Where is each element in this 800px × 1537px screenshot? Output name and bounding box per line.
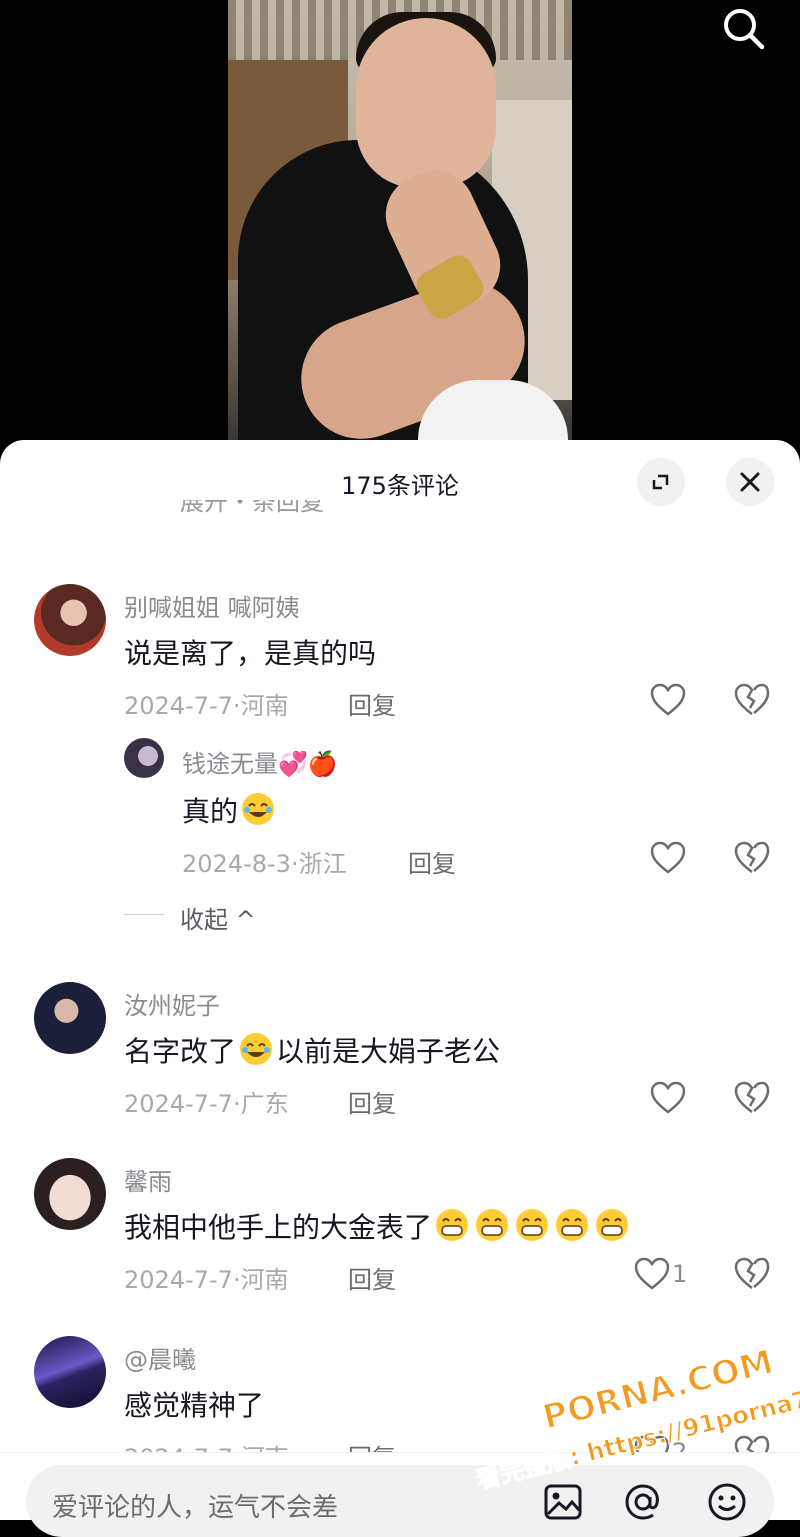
expand-button[interactable] (637, 458, 685, 506)
avatar[interactable] (34, 584, 106, 656)
grinning-emoji-icon (596, 1209, 629, 1241)
broken-heart-icon[interactable] (732, 680, 772, 720)
username[interactable]: 钱途无量💞🍎 (182, 744, 338, 779)
expand-icon (652, 474, 669, 490)
grinning-emoji-icon (556, 1209, 589, 1241)
comment-input[interactable]: 爱评论的人，运气不会差 (26, 1465, 774, 1537)
grinning-emoji-icon (436, 1209, 469, 1241)
divider (124, 914, 164, 915)
laughing-crying-emoji-icon (240, 1033, 273, 1065)
grinning-emoji-icon (516, 1209, 549, 1241)
emoji-icon[interactable] (706, 1481, 748, 1523)
at-icon[interactable] (622, 1481, 664, 1523)
username[interactable]: 汝州妮子 (124, 986, 220, 1021)
comment-meta: 2024-7-7·河南 (124, 692, 289, 720)
avatar[interactable] (124, 738, 164, 778)
broken-heart-icon[interactable] (732, 1254, 772, 1294)
heart-icon[interactable] (648, 680, 688, 720)
reply-button[interactable]: 回复 (348, 1260, 396, 1295)
username[interactable]: 别喊姐姐 喊阿姨 (124, 588, 300, 623)
collapse-label: 收起 ^ (180, 906, 256, 934)
comment-text: 真的 (182, 790, 278, 830)
close-icon (740, 472, 760, 492)
comment-text: 名字改了 以前是大娟子老公 (124, 1030, 500, 1070)
close-button[interactable] (726, 458, 774, 506)
comment-input-placeholder: 爱评论的人，运气不会差 (52, 1493, 339, 1523)
broken-heart-icon[interactable] (732, 838, 772, 878)
heart-icon[interactable] (632, 1254, 672, 1294)
comment-meta: 2024-7-7·河南 (124, 1266, 289, 1294)
username[interactable]: 馨雨 (124, 1162, 172, 1197)
comment-text: 我相中他手上的大金表了 (124, 1206, 632, 1246)
broken-heart-icon[interactable] (732, 1078, 772, 1118)
avatar[interactable] (34, 1158, 106, 1230)
comment-meta: 2024-7-7·广东 (124, 1090, 289, 1118)
comment-text: 说是离了，是真的吗 (124, 637, 377, 670)
reply-button[interactable]: 回复 (348, 1084, 396, 1119)
image-icon[interactable] (542, 1481, 584, 1523)
video-player[interactable] (0, 0, 800, 470)
comment-sheet: 175条评论 展开・条回复 别喊姐姐 喊阿姨 说是离了，是真的吗 2024-7-… (0, 440, 800, 1519)
search-icon[interactable] (718, 4, 770, 52)
heart-icon[interactable] (648, 1078, 688, 1118)
video-frame (228, 0, 572, 470)
expand-replies-link[interactable]: 展开・条回复 (180, 500, 324, 516)
avatar[interactable] (34, 982, 106, 1054)
comment-text: 感觉精神了 (124, 1389, 265, 1422)
grinning-emoji-icon (476, 1209, 509, 1241)
laughing-crying-emoji-icon (242, 793, 275, 825)
heart-icon[interactable] (648, 838, 688, 878)
reply-button[interactable]: 回复 (408, 844, 456, 879)
comment-meta: 2024-8-3·浙江 (182, 850, 347, 878)
avatar[interactable] (34, 1336, 106, 1408)
comment-input-bar: 爱评论的人，运气不会差 (0, 1452, 800, 1537)
reply-button[interactable]: 回复 (348, 686, 396, 721)
like-count: 1 (672, 1260, 688, 1288)
username[interactable]: @晨曦 (124, 1340, 196, 1375)
